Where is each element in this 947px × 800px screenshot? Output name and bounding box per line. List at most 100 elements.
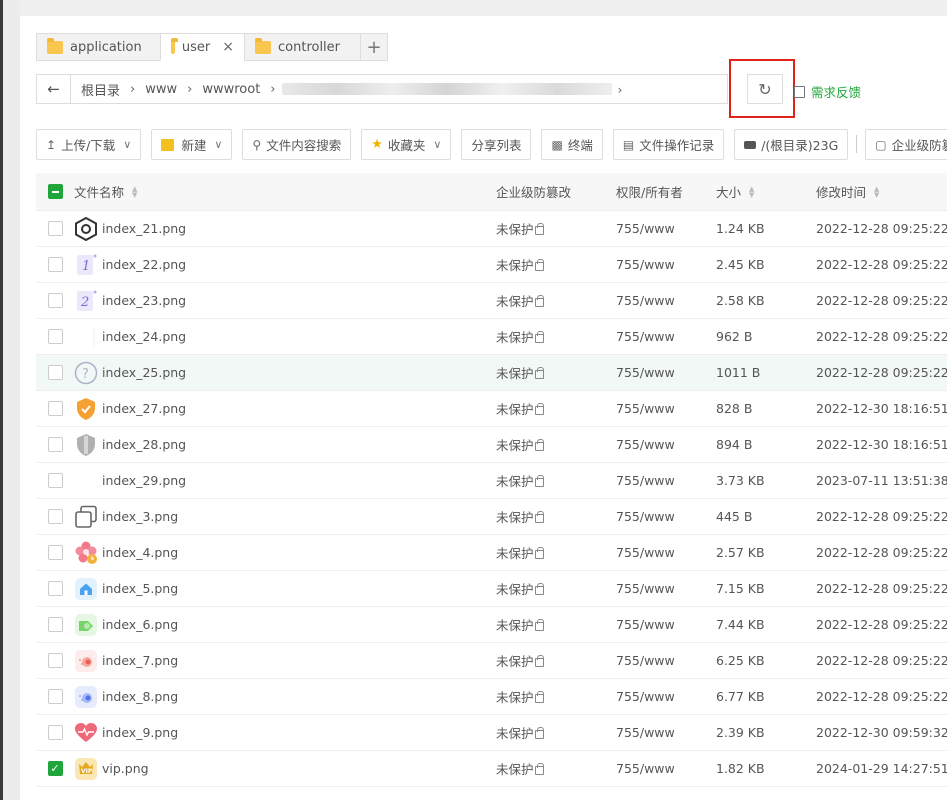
file-name[interactable]: index_7.png bbox=[102, 653, 178, 668]
lock-icon[interactable] bbox=[534, 402, 544, 415]
row-checkbox[interactable] bbox=[47, 329, 63, 344]
upload-download-button[interactable]: ↥ 上传/下载 ∨ bbox=[36, 129, 142, 160]
row-checkbox[interactable] bbox=[47, 401, 63, 416]
tamper-protect-button[interactable]: ▢企业级防篡改 bbox=[865, 129, 947, 160]
table-row[interactable]: index_4.png 未保护 755/www 2.57 KB 2022-12-28 0… bbox=[36, 535, 947, 571]
row-checkbox[interactable] bbox=[47, 689, 63, 704]
table-row[interactable]: ✓ VIP vip.png 未保护 755/www 1.82 KB 2024-01-29 1… bbox=[36, 751, 947, 787]
table-row[interactable]: index_5.png 未保护 755/www 7.15 KB 2022-12-28 0… bbox=[36, 571, 947, 607]
table-row[interactable]: index_24.png 未保护 755/www 962 B 2022-12-28 09… bbox=[36, 319, 947, 355]
content-search-button[interactable]: ⚲ 文件内容搜索 bbox=[242, 129, 352, 160]
lock-icon[interactable] bbox=[534, 222, 544, 235]
row-checkbox[interactable] bbox=[47, 725, 63, 740]
permission[interactable]: 755/www bbox=[616, 437, 675, 452]
row-checkbox[interactable]: ✓ bbox=[47, 761, 63, 776]
permission[interactable]: 755/www bbox=[616, 689, 675, 704]
breadcrumb-www[interactable]: www › bbox=[135, 82, 192, 97]
permission[interactable]: 755/www bbox=[616, 545, 675, 560]
file-name[interactable]: index_21.png bbox=[102, 221, 186, 236]
lock-icon[interactable] bbox=[534, 546, 544, 559]
file-name[interactable]: index_24.png bbox=[102, 329, 186, 344]
table-row[interactable]: index_28.png 未保护 755/www 894 B 2022-12-30 18… bbox=[36, 427, 947, 463]
lock-icon[interactable] bbox=[534, 726, 544, 739]
lock-icon[interactable] bbox=[534, 582, 544, 595]
back-arrow-icon[interactable]: ← bbox=[37, 75, 71, 103]
lock-icon[interactable] bbox=[534, 366, 544, 379]
share-list-button[interactable]: 分享列表 bbox=[461, 129, 532, 160]
path-bar[interactable]: ← 根目录 › www › wwwroot › › bbox=[36, 74, 728, 104]
lock-icon[interactable] bbox=[534, 510, 544, 523]
table-row[interactable]: index_3.png 未保护 755/www 445 B 2022-12-28 09:… bbox=[36, 499, 947, 535]
lock-icon[interactable] bbox=[534, 618, 544, 631]
file-name[interactable]: index_4.png bbox=[102, 545, 178, 560]
lock-icon[interactable] bbox=[534, 438, 544, 451]
file-name[interactable]: index_6.png bbox=[102, 617, 178, 632]
lock-icon[interactable] bbox=[534, 654, 544, 667]
row-checkbox[interactable] bbox=[47, 293, 63, 308]
permission[interactable]: 755/www bbox=[616, 581, 675, 596]
row-checkbox[interactable] bbox=[47, 653, 63, 668]
permission[interactable]: 755/www bbox=[616, 473, 675, 488]
permission[interactable]: 755/www bbox=[616, 617, 675, 632]
file-name[interactable]: index_22.png bbox=[102, 257, 186, 272]
file-name[interactable]: index_9.png bbox=[102, 725, 178, 740]
breadcrumb-wwwroot[interactable]: wwwroot › bbox=[192, 82, 275, 97]
favorites-button[interactable]: ★ 收藏夹 ∨ bbox=[361, 129, 452, 160]
disk-button[interactable]: /(根目录)23G bbox=[734, 129, 849, 160]
row-checkbox[interactable] bbox=[47, 581, 63, 596]
lock-icon[interactable] bbox=[534, 330, 544, 343]
lock-icon[interactable] bbox=[534, 474, 544, 487]
file-name[interactable]: vip.png bbox=[102, 761, 149, 776]
tab-controller[interactable]: controller bbox=[244, 33, 360, 61]
tab-application[interactable]: application bbox=[36, 33, 160, 61]
table-row[interactable]: index_9.png 未保护 755/www 2.39 KB 2022-12-30 0… bbox=[36, 715, 947, 751]
add-tab-button[interactable]: + bbox=[360, 33, 388, 61]
file-name[interactable]: index_8.png bbox=[102, 689, 178, 704]
lock-icon[interactable] bbox=[534, 258, 544, 271]
table-row[interactable]: index_7.png 未保护 755/www 6.25 KB 2022-12-28 0… bbox=[36, 643, 947, 679]
table-row[interactable]: 1 index_22.png 未保护 755/www 2.45 KB 2022-12-28… bbox=[36, 247, 947, 283]
lock-icon[interactable] bbox=[534, 294, 544, 307]
feedback-link[interactable]: 需求反馈 bbox=[794, 82, 861, 101]
row-checkbox[interactable] bbox=[47, 221, 63, 236]
permission[interactable]: 755/www bbox=[616, 401, 675, 416]
select-all-checkbox[interactable] bbox=[47, 184, 63, 199]
file-name[interactable]: index_25.png bbox=[102, 365, 186, 380]
file-name[interactable]: index_5.png bbox=[102, 581, 178, 596]
permission[interactable]: 755/www bbox=[616, 293, 675, 308]
permission[interactable]: 755/www bbox=[616, 329, 675, 344]
permission[interactable]: 755/www bbox=[616, 653, 675, 668]
permission[interactable]: 755/www bbox=[616, 761, 675, 776]
table-row[interactable]: index_29.png 未保护 755/www 3.73 KB 2023-07-11 … bbox=[36, 463, 947, 499]
table-row[interactable]: index_21.png 未保护 755/www 1.24 KB 2022-12-28 … bbox=[36, 211, 947, 247]
permission[interactable]: 755/www bbox=[616, 365, 675, 380]
breadcrumb-root[interactable]: 根目录 › bbox=[71, 80, 135, 99]
header-time[interactable]: 修改时间 ▲ ▼ bbox=[816, 182, 947, 201]
table-row[interactable]: index_8.png 未保护 755/www 6.77 KB 2022-12-28 0… bbox=[36, 679, 947, 715]
row-checkbox[interactable] bbox=[47, 365, 63, 380]
header-name[interactable]: 文件名称 ▲ ▼ bbox=[74, 182, 496, 201]
lock-icon[interactable] bbox=[534, 762, 544, 775]
close-icon[interactable]: × bbox=[222, 39, 234, 55]
terminal-button[interactable]: ▩ 终端 bbox=[541, 129, 603, 160]
table-row[interactable]: 2 index_23.png 未保护 755/www 2.58 KB 2022-12-28… bbox=[36, 283, 947, 319]
header-size[interactable]: 大小 ▲ ▼ bbox=[716, 182, 816, 201]
permission[interactable]: 755/www bbox=[616, 725, 675, 740]
table-row[interactable]: index_6.png 未保护 755/www 7.44 KB 2022-12-28 0… bbox=[36, 607, 947, 643]
row-checkbox[interactable] bbox=[47, 545, 63, 560]
file-name[interactable]: index_28.png bbox=[102, 437, 186, 452]
tab-user[interactable]: user × bbox=[160, 33, 244, 61]
row-checkbox[interactable] bbox=[47, 509, 63, 524]
row-checkbox[interactable] bbox=[47, 617, 63, 632]
row-checkbox[interactable] bbox=[47, 437, 63, 452]
file-name[interactable]: index_3.png bbox=[102, 509, 178, 524]
lock-icon[interactable] bbox=[534, 690, 544, 703]
new-button[interactable]: 新建 ∨ bbox=[151, 129, 233, 160]
permission[interactable]: 755/www bbox=[616, 221, 675, 236]
table-row[interactable]: ? index_25.png 未保护 755/www 1011 B 2022-12-28 … bbox=[36, 355, 947, 391]
permission[interactable]: 755/www bbox=[616, 509, 675, 524]
file-name[interactable]: index_27.png bbox=[102, 401, 186, 416]
table-row[interactable]: index_27.png 未保护 755/www 828 B 2022-12-30 18… bbox=[36, 391, 947, 427]
permission[interactable]: 755/www bbox=[616, 257, 675, 272]
operation-log-button[interactable]: ▤ 文件操作记录 bbox=[612, 129, 725, 160]
